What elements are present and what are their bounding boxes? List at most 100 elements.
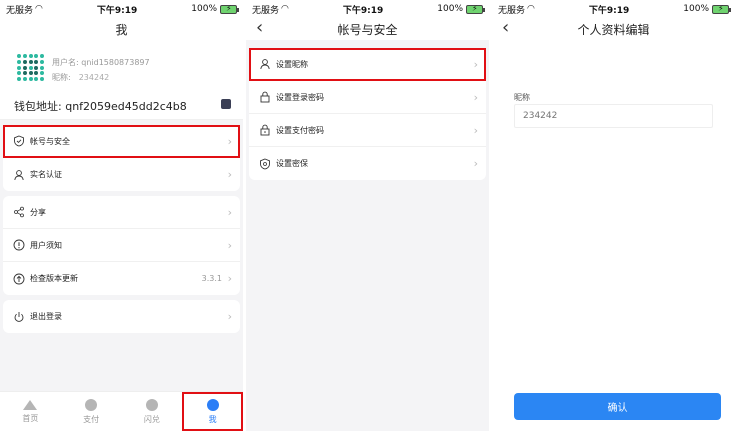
carrier-text: 无服务 <box>6 5 34 16</box>
logout-label: 退出登录 <box>30 312 62 321</box>
carrier-text: 无服务 <box>498 5 526 16</box>
set-pay-password-item[interactable]: 设置支付密码 › <box>249 114 486 147</box>
back-icon[interactable]: ‹ <box>502 18 509 38</box>
nav-bar: ‹ 个人资料编辑 <box>492 18 735 40</box>
screen-me: 无服务 ◠ 下午9:19 100% ⚡ 我 用户名: qnid1580873897 … <box>0 0 243 431</box>
tab-pay-label: 支付 <box>83 414 100 424</box>
exchange-icon <box>145 398 158 411</box>
chevron-right-icon: › <box>227 205 232 219</box>
user-icon <box>14 169 24 180</box>
battery-icon: ⚡ <box>712 4 731 14</box>
shield-icon <box>260 158 270 169</box>
chevron-right-icon: › <box>227 134 232 148</box>
nickname-field-label: 昵称 <box>514 93 530 102</box>
set-security-question-item[interactable]: 设置密保 › <box>249 147 486 180</box>
set-login-password-item[interactable]: 设置登录密码 › <box>249 81 486 114</box>
share-label: 分享 <box>30 207 46 217</box>
set-nickname-label: 设置昵称 <box>276 59 308 69</box>
lock-icon <box>260 124 270 136</box>
tab-me-label: 我 <box>208 414 217 424</box>
profile-card: 用户名: qnid1580873897 昵称: 234242 钱包地址: qnf2… <box>0 40 243 120</box>
tab-exchange-label: 闪兑 <box>143 414 160 424</box>
status-bar: 无服务 ◠ 下午9:19 100% ⚡ <box>246 0 489 18</box>
carrier-text: 无服务 <box>252 5 280 16</box>
confirm-button[interactable]: 确认 <box>514 393 721 420</box>
clock: 下午9:19 <box>96 5 138 16</box>
version-text: 3.3.1 <box>201 274 222 283</box>
settings-group-account: 帐号与安全 › 实名认证 › <box>3 125 240 191</box>
set-nickname-item[interactable]: 设置昵称 › <box>249 48 486 81</box>
shield-icon <box>14 135 24 147</box>
status-bar: 无服务 ◠ 下午9:19 100% ⚡ <box>0 0 243 18</box>
logout-item[interactable]: 退出登录 › <box>3 300 240 333</box>
wifi-icon: ◠ <box>527 4 535 14</box>
pay-icon <box>85 398 98 411</box>
tab-exchange[interactable]: 闪兑 <box>122 392 183 431</box>
page-title: 个人资料编辑 <box>577 22 650 37</box>
wifi-icon: ◠ <box>35 4 43 14</box>
nickname-label: 昵称: <box>52 73 71 82</box>
chevron-right-icon: › <box>473 157 478 170</box>
tab-me[interactable]: 我 <box>182 392 243 431</box>
user-notice-item[interactable]: 用户须知 › <box>3 229 240 262</box>
tab-home-label: 首页 <box>22 413 39 423</box>
chevron-right-icon: › <box>473 90 478 104</box>
status-bar: 无服务 ◠ 下午9:19 100% ⚡ <box>492 0 735 18</box>
settings-group-general: 分享 › 用户须知 › 检查版本更新 3.3.1 › <box>3 196 240 295</box>
tab-pay[interactable]: 支付 <box>61 392 122 431</box>
page-title: 帐号与安全 <box>337 22 398 37</box>
profile-icon <box>206 398 219 411</box>
screen-account-security: 无服务 ◠ 下午9:19 100% ⚡ ‹ 帐号与安全 设置昵称 › 设置登录密码 … <box>246 0 489 431</box>
nickname-line: 昵称: 234242 <box>52 72 109 83</box>
user-notice-label: 用户须知 <box>30 240 62 250</box>
back-icon[interactable]: ‹ <box>256 18 263 38</box>
nav-bar: 我 <box>0 18 243 40</box>
share-item[interactable]: 分享 › <box>3 196 240 229</box>
power-icon <box>14 311 24 322</box>
battery-icon: ⚡ <box>220 4 239 14</box>
tab-home[interactable]: 首页 <box>0 392 61 431</box>
avatar <box>17 54 45 82</box>
chevron-right-icon: › <box>473 57 478 71</box>
set-security-question-label: 设置密保 <box>276 159 308 168</box>
wallet-label: 钱包地址: <box>14 100 62 113</box>
clock: 下午9:19 <box>588 5 630 16</box>
account-security-item[interactable]: 帐号与安全 › <box>3 125 240 158</box>
wifi-icon: ◠ <box>281 4 289 14</box>
chevron-right-icon: › <box>227 310 232 323</box>
account-security-label: 帐号与安全 <box>30 136 70 146</box>
nickname-input[interactable] <box>514 104 713 128</box>
nav-bar: ‹ 帐号与安全 <box>246 18 489 40</box>
real-name-label: 实名认证 <box>30 170 62 179</box>
chevron-right-icon: › <box>227 272 232 285</box>
nickname-value: 234242 <box>78 73 110 82</box>
check-update-label: 检查版本更新 <box>30 274 78 283</box>
real-name-item[interactable]: 实名认证 › <box>3 158 240 191</box>
battery-percent: 100% <box>437 4 463 14</box>
username-label: 用户名: <box>52 58 79 67</box>
clock: 下午9:19 <box>342 5 384 16</box>
home-icon <box>23 399 38 410</box>
share-icon <box>14 206 24 218</box>
chevron-right-icon: › <box>227 168 232 181</box>
username-line: 用户名: qnid1580873897 <box>52 57 150 68</box>
set-login-password-label: 设置登录密码 <box>276 92 324 102</box>
set-pay-password-label: 设置支付密码 <box>276 125 324 135</box>
chevron-right-icon: › <box>227 238 232 252</box>
wallet-line: 钱包地址: qnf2059ed45dd2c4b8 <box>14 98 187 114</box>
screen-profile-edit: 无服务◠ 下午9:19 100%⚡ ‹ 个人资料编辑 昵称 确认 <box>492 0 735 431</box>
battery-percent: 100% <box>191 4 217 14</box>
battery-percent: 100% <box>683 4 709 14</box>
wallet-address: qnf2059ed45dd2c4b8 <box>65 100 187 113</box>
security-list: 设置昵称 › 设置登录密码 › 设置支付密码 › 设置密保 › <box>249 48 486 180</box>
user-icon <box>260 59 270 70</box>
battery-icon: ⚡ <box>466 4 485 14</box>
page-title: 我 <box>115 22 128 37</box>
check-update-item[interactable]: 检查版本更新 3.3.1 › <box>3 262 240 295</box>
copy-icon[interactable] <box>221 99 231 109</box>
tab-bar: 首页 支付 闪兑 我 <box>0 391 243 431</box>
chevron-right-icon: › <box>473 123 478 137</box>
lock-icon <box>260 91 270 103</box>
settings-group-logout: 退出登录 › <box>3 300 240 333</box>
info-icon <box>13 239 25 251</box>
